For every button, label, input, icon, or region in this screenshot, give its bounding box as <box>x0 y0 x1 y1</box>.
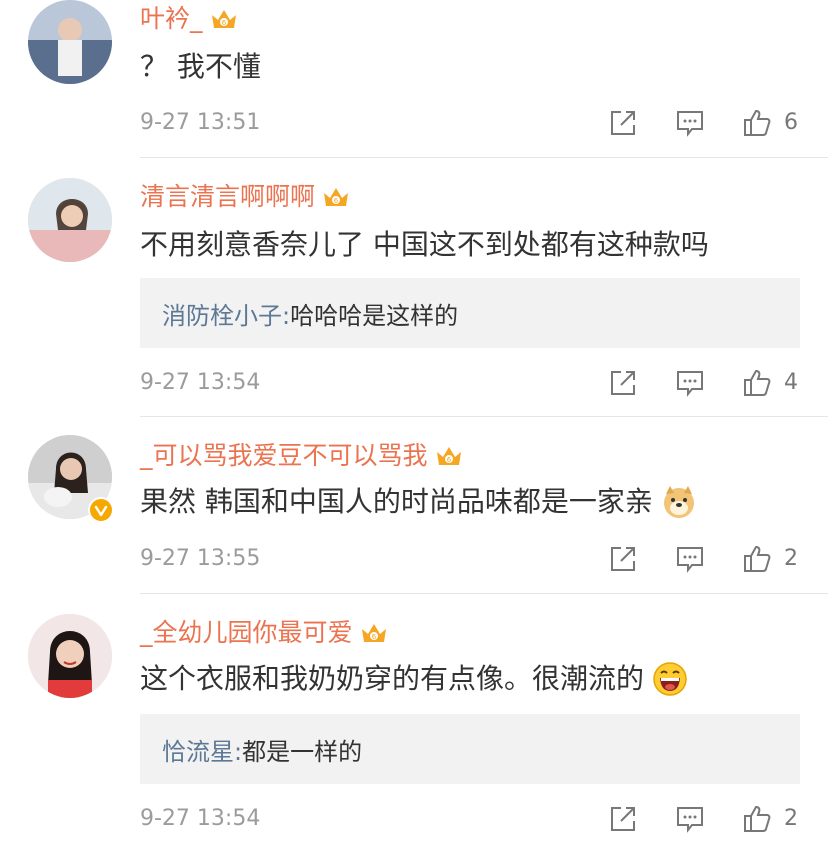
like-count: 6 <box>784 110 798 135</box>
like-button[interactable]: 2 <box>742 804 798 834</box>
thumbs-up-icon <box>744 545 771 572</box>
share-icon <box>611 807 635 831</box>
share-button[interactable] <box>608 544 638 574</box>
comment-button[interactable] <box>675 108 705 138</box>
share-button[interactable] <box>608 108 638 138</box>
username[interactable]: 清言清言啊啊啊 6 <box>140 180 351 214</box>
avatar[interactable] <box>28 0 112 84</box>
comment-item: 清言清言啊啊啊 6 不用刻意香奈儿了 中国这不到处都有这种款吗 消防栓小子: 哈… <box>0 158 828 416</box>
comment-item: _可以骂我爱豆不可以骂我 6 果然 韩国和中国人的时尚品味都是一家亲 9-27 … <box>0 417 828 593</box>
svg-text:6: 6 <box>334 197 339 205</box>
share-icon <box>611 111 635 135</box>
comment-meta: 9-27 13:51 6 <box>140 106 800 140</box>
username-text: 清言清言啊啊啊 <box>140 182 316 211</box>
comment-text: 果然 韩国和中国人的时尚品味都是一家亲 <box>140 483 697 521</box>
laugh-emoji-icon <box>653 662 687 696</box>
timestamp: 9-27 13:54 <box>140 370 261 395</box>
share-icon <box>611 547 635 571</box>
thumbs-up-icon <box>744 369 771 396</box>
svg-text:6: 6 <box>221 19 226 27</box>
comment-text-content: 这个衣服和我奶奶穿的有点像。很潮流的 <box>140 662 645 695</box>
username-text: _全幼儿园你最可爱 <box>140 618 353 647</box>
crown-badge-icon: 6 <box>361 624 386 642</box>
comment-text: 这个衣服和我奶奶穿的有点像。很潮流的 <box>140 660 688 698</box>
comment-meta: 9-27 13:54 2 <box>140 802 800 836</box>
thumbs-up-icon <box>744 805 771 832</box>
comment-meta: 9-27 13:54 4 <box>140 366 800 400</box>
username[interactable]: _可以骂我爱豆不可以骂我 6 <box>140 439 464 473</box>
verified-badge <box>88 497 114 523</box>
avatar[interactable] <box>28 178 112 262</box>
comment-icon <box>677 547 703 573</box>
like-count: 2 <box>784 546 798 571</box>
share-icon <box>611 371 635 395</box>
svg-text:6: 6 <box>446 456 451 464</box>
reply-box[interactable]: 消防栓小子: 哈哈哈是这样的 <box>140 278 800 348</box>
comment-icon <box>677 371 703 397</box>
avatar[interactable] <box>28 614 112 698</box>
like-count: 4 <box>784 370 798 395</box>
crown-badge-icon: 6 <box>324 188 349 206</box>
timestamp: 9-27 13:54 <box>140 806 261 831</box>
share-button[interactable] <box>608 368 638 398</box>
reply-text: 都是一样的 <box>242 737 363 766</box>
share-button[interactable] <box>608 804 638 834</box>
comment-icon <box>677 807 703 833</box>
crown-badge-icon: 6 <box>436 447 461 465</box>
reply-username[interactable]: 消防栓小子: <box>162 296 290 331</box>
verified-v-icon <box>94 505 108 517</box>
timestamp: 9-27 13:55 <box>140 546 261 571</box>
like-button[interactable]: 2 <box>742 544 798 574</box>
thumbs-up-icon <box>744 109 771 136</box>
comment-button[interactable] <box>675 544 705 574</box>
comment-text: 不用刻意香奈儿了 中国这不到处都有这种款吗 <box>140 228 709 261</box>
username[interactable]: 叶衿_ 6 <box>140 2 239 36</box>
like-button[interactable]: 4 <box>742 368 798 398</box>
comment-button[interactable] <box>675 368 705 398</box>
crown-badge-icon: 6 <box>211 10 236 28</box>
comment-item: 叶衿_ 6 ？ 我不懂 9-27 13:51 6 <box>0 0 828 158</box>
like-count: 2 <box>784 806 798 831</box>
reply-box[interactable]: 恰流星: 都是一样的 <box>140 714 800 784</box>
comment-text-content: 果然 韩国和中国人的时尚品味都是一家亲 <box>140 485 653 518</box>
timestamp: 9-27 13:51 <box>140 110 261 135</box>
doge-emoji-icon <box>663 486 694 518</box>
svg-text:6: 6 <box>371 633 376 641</box>
username[interactable]: _全幼儿园你最可爱 6 <box>140 616 389 650</box>
like-button[interactable]: 6 <box>742 108 798 138</box>
username-text: _可以骂我爱豆不可以骂我 <box>140 441 428 470</box>
comment-button[interactable] <box>675 804 705 834</box>
comment-item: _全幼儿园你最可爱 6 这个衣服和我奶奶穿的有点像。很潮流的 恰流星: 都是一样… <box>0 594 828 844</box>
comment-icon <box>677 111 703 137</box>
reply-text: 哈哈哈是这样的 <box>290 301 459 330</box>
comment-text: ？ 我不懂 <box>140 50 261 83</box>
username-text: 叶衿_ <box>140 4 203 33</box>
reply-username[interactable]: 恰流星: <box>162 732 242 767</box>
comment-meta: 9-27 13:55 2 <box>140 542 800 576</box>
